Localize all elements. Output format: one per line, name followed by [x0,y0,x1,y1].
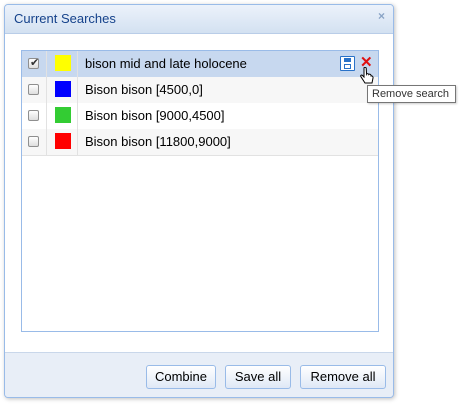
search-name: Bison bison [9000,4500] [85,108,225,123]
color-swatch [55,55,71,71]
dialog-title: Current Searches [14,11,116,26]
row-checkbox-cell[interactable] [22,129,47,155]
save-icon[interactable] [340,56,355,71]
color-cell [47,51,78,77]
row-checkbox-cell[interactable] [22,103,47,129]
combine-button[interactable]: Combine [146,365,216,389]
search-name: Bison bison [4500,0] [85,82,203,97]
table-row[interactable]: ✔ bison mid and late holocene ✕ [22,51,378,78]
hand-cursor-icon [360,67,374,84]
remove-all-button[interactable]: Remove all [300,365,386,389]
row-checkbox[interactable] [28,110,39,121]
color-cell [47,129,78,155]
search-name: bison mid and late holocene [85,56,247,71]
current-searches-dialog: Current Searches × ✔ bison mid and late … [4,4,394,398]
color-cell [47,103,78,129]
searches-grid: ✔ bison mid and late holocene ✕ Bison bi… [21,50,379,332]
dialog-footer: Combine Save all Remove all [5,352,393,397]
row-checkbox[interactable] [28,136,39,147]
table-row[interactable]: Bison bison [4500,0] [22,77,378,104]
row-checkbox[interactable]: ✔ [28,57,40,69]
search-name: Bison bison [11800,9000] [85,134,231,149]
table-row[interactable]: Bison bison [11800,9000] [22,129,378,156]
remove-search-tooltip: Remove search [367,85,456,103]
dialog-body: ✔ bison mid and late holocene ✕ Bison bi… [5,34,393,352]
color-swatch [55,133,71,149]
row-checkbox-cell[interactable] [22,77,47,103]
save-all-button[interactable]: Save all [225,365,291,389]
color-cell [47,77,78,103]
table-row[interactable]: Bison bison [9000,4500] [22,103,378,130]
color-swatch [55,81,71,97]
checkmark-icon: ✔ [30,57,40,69]
color-swatch [55,107,71,123]
close-icon[interactable]: × [378,9,385,23]
row-checkbox-cell[interactable]: ✔ [22,51,47,77]
row-checkbox[interactable] [28,84,39,95]
dialog-titlebar[interactable]: Current Searches × [5,5,393,34]
